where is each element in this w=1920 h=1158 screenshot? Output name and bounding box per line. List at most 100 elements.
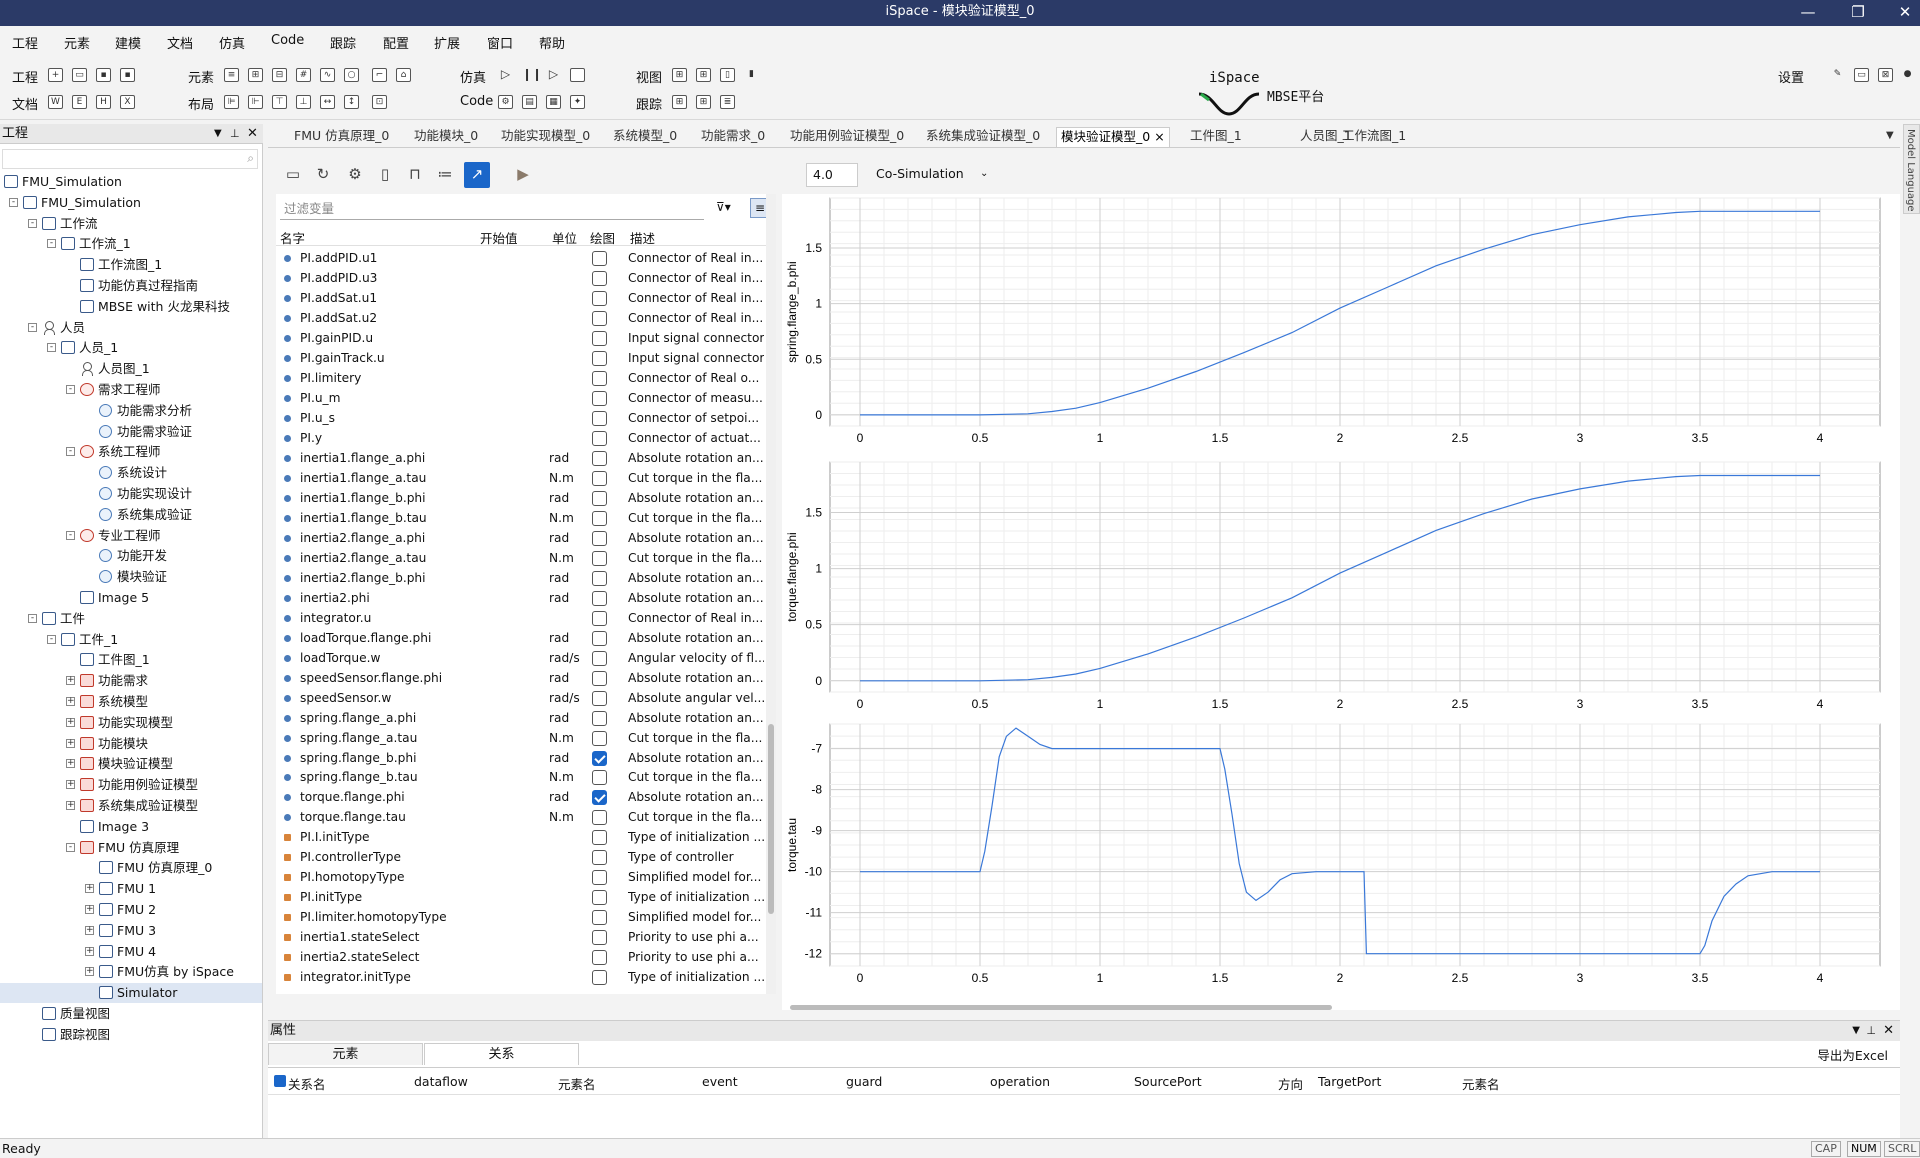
plot-checkbox[interactable] [592,710,607,726]
tab-elements[interactable]: 元素 [268,1043,423,1065]
new-icon[interactable]: + [48,68,63,82]
plot-horizontal-scrollbar[interactable] [790,1002,1890,1012]
variable-row[interactable]: speedSensor.w rad/s Absolute angular vel..… [276,688,766,708]
filter-icon[interactable]: ⊽▾ [716,200,731,214]
tree-item[interactable]: + 功能模块 [0,734,262,754]
tab-function-module[interactable]: 功能模块_0 [414,127,478,147]
tree-item[interactable]: Image 5 [0,588,262,608]
tree-item[interactable]: + 功能需求 [0,671,262,691]
properties-pin-icon[interactable]: ⊥ [1866,1021,1876,1041]
tabs-dropdown-icon[interactable]: ▼ [1886,127,1894,147]
tree-item[interactable]: - 工作流 [0,214,262,234]
tree-item[interactable]: - 专业工程师 [0,526,262,546]
tree-item[interactable]: + 系统集成验证模型 [0,796,262,816]
variable-row[interactable]: PI.homotopyType Simplified model for... [276,867,766,887]
tree-item[interactable]: - 工作流_1 [0,234,262,254]
collapse-icon[interactable]: - [47,634,56,644]
col-dataflow[interactable]: dataflow [414,1074,468,1089]
variable-row[interactable]: inertia1.flange_b.phi rad Absolute rotatio… [276,488,766,508]
collapse-icon[interactable]: - [66,842,75,852]
book-icon[interactable]: ⊓ [402,162,428,188]
properties-close-icon[interactable]: ✕ [1883,1021,1894,1041]
variable-row[interactable]: integrator.u Connector of Real in... [276,608,766,628]
plot-checkbox[interactable] [592,410,607,426]
tab-fmu-principle[interactable]: FMU 仿真原理_0 [294,127,389,147]
plot-checkbox[interactable] [592,510,607,526]
variable-row[interactable]: PI.addSat.u1 Connector of Real in... [276,288,766,308]
plot-scrollbar-thumb[interactable] [790,1005,1332,1010]
variable-row[interactable]: PI.controllerType Type of controller [276,847,766,867]
chart-icon[interactable]: ▮ [744,68,759,82]
pin-icon[interactable]: ⊥ [230,124,240,144]
variable-row[interactable]: PI.u_m Connector of measu... [276,388,766,408]
select-all-checkbox[interactable] [274,1075,286,1087]
variable-row[interactable]: torque.flange.phi rad Absolute rotation an… [276,787,766,807]
col-guard[interactable]: guard [846,1074,882,1089]
tree-item[interactable]: + 功能用例验证模型 [0,775,262,795]
variable-scrollbar[interactable] [766,194,776,994]
variable-row[interactable]: integrator.initType Type of initializatio… [276,967,766,987]
variable-row[interactable]: inertia1.flange_a.tau N.m Cut torque in th… [276,468,766,488]
variable-row[interactable]: inertia1.stateSelect Priority to use phi … [276,927,766,947]
simulation-mode-select[interactable]: Co-Simulation ⌄ [868,163,996,187]
collapse-icon[interactable]: - [9,197,18,207]
variable-row[interactable]: inertia1.flange_a.phi rad Absolute rotatio… [276,448,766,468]
col-unit[interactable]: 单位 [552,228,577,247]
plot-checkbox[interactable] [592,830,607,846]
close-button[interactable]: ✕ [1890,0,1920,24]
settings-icon[interactable]: ⚙ [342,162,368,188]
menu-code[interactable]: Code [271,33,304,48]
tree-item[interactable]: 质量视图 [0,1004,262,1024]
code-tool-4-icon[interactable]: ✦ [570,95,585,109]
menu-trace[interactable]: 跟踪 [330,33,356,52]
tree-item[interactable]: 系统集成验证 [0,505,262,525]
variable-row[interactable]: PI.initType Type of initialization ... [276,887,766,907]
tree-item[interactable]: 功能开发 [0,546,262,566]
tree-item[interactable]: 模块验证 [0,567,262,587]
save-all-icon[interactable]: ▪ [120,68,135,82]
tree-item[interactable]: + 系统模型 [0,692,262,712]
refresh-icon[interactable]: ↻ [310,162,336,188]
col-direction[interactable]: 方向 [1278,1074,1303,1093]
variable-row[interactable]: speedSensor.flange.phi rad Absolute rotati… [276,668,766,688]
expand-icon[interactable]: + [66,676,75,686]
view-tool-1-icon[interactable]: ⊞ [672,68,687,82]
variable-row[interactable]: PI.addPID.u1 Connector of Real in... [276,248,766,268]
model-language-strip[interactable]: Model Language [1903,124,1920,214]
plot-checkbox[interactable] [592,970,607,986]
plot-checkbox[interactable] [592,370,607,386]
distribute-v-icon[interactable]: ↕ [344,95,359,109]
html-icon[interactable]: H [96,95,111,109]
variable-row[interactable]: PI.u_s Connector of setpoi... [276,408,766,428]
variable-row[interactable]: inertia1.flange_b.tau N.m Cut torque in th… [276,508,766,528]
tree-item[interactable]: + FMU 3 [0,921,262,941]
tree-item[interactable]: + FMU仿真 by iSpace [0,962,262,982]
tree-item[interactable]: Simulator [0,983,262,1004]
variable-row[interactable]: inertia2.phi rad Absolute rotation an... [276,588,766,608]
plot-checkbox[interactable] [592,330,607,346]
menu-document[interactable]: 文档 [167,33,193,52]
plot-checkbox[interactable] [592,650,607,666]
tree-item[interactable]: 功能需求验证 [0,422,262,442]
menu-extension[interactable]: 扩展 [434,33,460,52]
plot-checkbox[interactable] [592,251,607,266]
plot-checkbox[interactable] [592,290,607,306]
run-icon[interactable]: ▷ [498,68,513,82]
tree-item[interactable]: 功能仿真过程指南 [0,276,262,296]
tree-item[interactable]: + FMU 4 [0,942,262,962]
tree-item[interactable]: 功能实现设计 [0,484,262,504]
distribute-h-icon[interactable]: ↔ [320,95,335,109]
plot-checkbox[interactable] [592,890,607,906]
tree-item[interactable]: + FMU 1 [0,879,262,899]
collapse-icon[interactable]: - [66,447,75,457]
stop-icon[interactable] [570,68,585,82]
variable-row[interactable]: loadTorque.flange.phi rad Absolute rotatio… [276,628,766,648]
expand-icon[interactable]: + [85,925,94,935]
tree-item[interactable]: 系统设计 [0,463,262,483]
tab-system-model[interactable]: 系统模型_0 [613,127,677,147]
col-element-name-2[interactable]: 元素名 [1462,1074,1500,1093]
trace-tool-3-icon[interactable]: ≣ [720,95,735,109]
align-middle-icon[interactable]: ⊥ [296,95,311,109]
tree-item[interactable]: MBSE with 火龙果科技 [0,297,262,317]
tree-item[interactable]: 工件图_1 [0,650,262,670]
